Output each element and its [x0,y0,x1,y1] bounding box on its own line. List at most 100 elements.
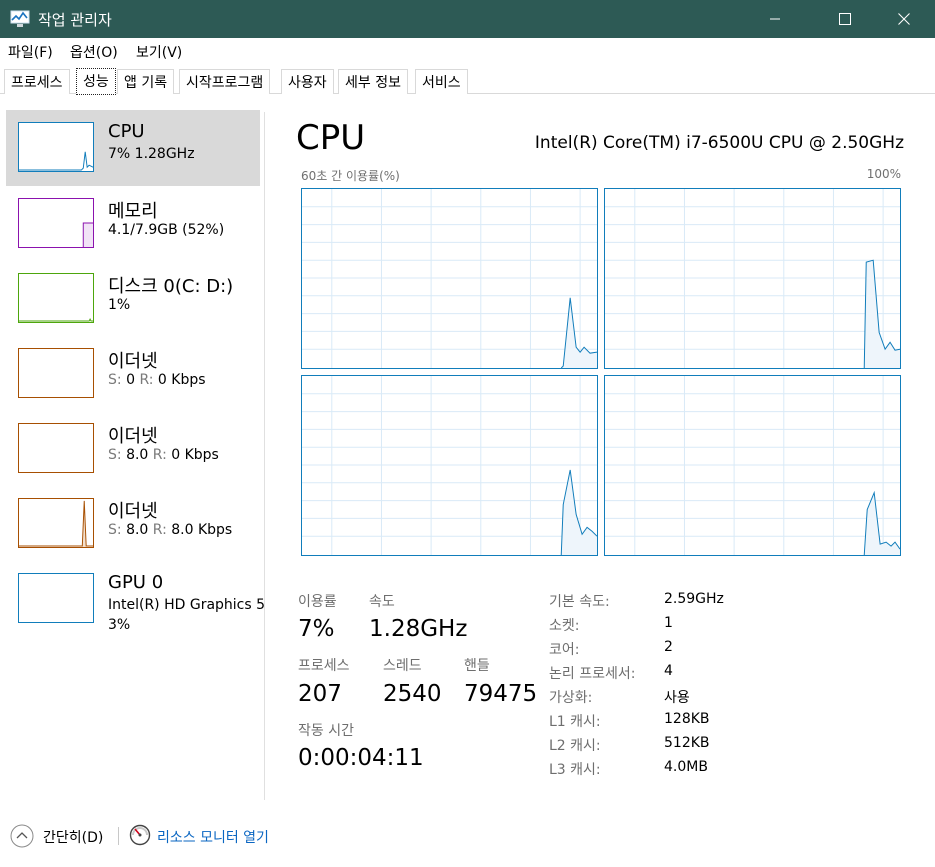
receive-value: 0 Kbps [171,447,219,463]
menu-bar: 파일(F) 옵션(O) 보기(V) [0,38,935,64]
spec-value: 128KB [664,711,710,727]
menu-file[interactable]: 파일(F) [8,42,53,62]
task-manager-icon [10,10,30,27]
sidebar-item-value: S: 8.0 R: 8.0 Kbps [108,522,232,538]
receive-label: R: [152,447,167,463]
footer: 간단히(D) 리소스 모니터 열기 [0,806,935,867]
spec-value: 4 [664,663,673,679]
tab-app-history[interactable]: 앱 기록 [117,69,175,94]
tab-users[interactable]: 사용자 [281,69,334,94]
cpu-graph-0 [301,188,598,369]
cpu-graph-2 [301,375,598,556]
footer-divider [118,827,119,845]
sidebar-item-value: 1% [108,297,131,313]
disk-mini-graph [18,273,94,323]
cpu-graph-3 [604,375,901,556]
send-label: S: [108,447,122,463]
speed-label: 속도 [369,594,395,610]
sidebar-item-disk[interactable]: 디스크 0(C: D:) 1% [6,261,260,337]
send-value: 8.0 [126,447,149,463]
sidebar-item-value: Intel(R) HD Graphics 52 [108,597,264,613]
sidebar-item-value: 7% 1.28GHz [108,146,195,162]
resource-monitor-icon [129,824,151,846]
uptime-label: 작동 시간 [298,723,354,739]
close-icon [898,13,910,25]
threads-value: 2540 [383,681,442,707]
receive-value: 8.0 Kbps [171,522,233,538]
spec-value: 2 [664,639,673,655]
utilization-value: 7% [298,616,335,642]
sidebar-item-memory[interactable]: 메모리 4.1/7.9GB (52%) [6,186,260,262]
spec-value: 512KB [664,735,710,751]
uptime-value: 0:00:04:11 [298,745,424,771]
sidebar-item-label: 이더넷 [108,426,158,447]
open-resource-monitor-link[interactable]: 리소스 모니터 열기 [157,827,269,847]
handles-label: 핸들 [464,658,490,674]
spec-label: L1 캐시: [549,714,601,730]
sidebar-item-cpu[interactable]: CPU 7% 1.28GHz [6,110,260,186]
gpu-mini-graph [18,573,94,623]
tab-startup[interactable]: 시작프로그램 [179,69,271,94]
send-label: S: [108,522,122,538]
sidebar-item-label: GPU 0 [108,572,164,593]
cpu-model: Intel(R) Core(TM) i7-6500U CPU @ 2.50GHz [534,133,904,153]
tab-processes[interactable]: 프로세스 [4,69,70,94]
sidebar-item-label: 메모리 [108,201,158,222]
spec-value: 2.59GHz [664,591,724,607]
tab-performance[interactable]: 성능 [76,68,116,95]
chevron-up-circle-icon[interactable] [10,824,34,848]
sidebar-item-value: S: 8.0 R: 0 Kbps [108,447,219,463]
minimize-icon [770,18,780,20]
fewer-details-button[interactable]: 간단히(D) [43,827,103,847]
tab-details[interactable]: 세부 정보 [338,69,408,94]
spec-label: 기본 속도: [549,594,610,610]
page-title: CPU [296,118,366,158]
sidebar-item-gpu[interactable]: GPU 0 Intel(R) HD Graphics 52 3% [6,561,264,637]
spec-label: L2 캐시: [549,738,601,754]
speed-value: 1.28GHz [369,616,468,642]
utilization-label: 이용률 [298,594,337,610]
menu-options[interactable]: 옵션(O) [70,42,118,62]
close-button[interactable] [881,0,927,38]
sidebar-item-usage: 3% [108,617,131,633]
send-value: 8.0 [126,522,149,538]
sidebar-item-label: 이더넷 [108,351,158,372]
tab-services[interactable]: 서비스 [415,69,468,94]
sidebar-item-ethernet-3[interactable]: 이더넷 S: 8.0 R: 8.0 Kbps [6,486,260,562]
spec-label: 소켓: [549,618,580,634]
window-title: 작업 관리자 [38,11,112,29]
title-bar[interactable]: 작업 관리자 [0,0,935,38]
spec-label: 가상화: [549,690,593,706]
sidebar-item-ethernet-2[interactable]: 이더넷 S: 8.0 R: 0 Kbps [6,411,260,487]
sidebar-item-label: 이더넷 [108,501,158,522]
ethernet-mini-graph [18,423,94,473]
spec-label: L3 캐시: [549,762,601,778]
sidebar-item-value: S: 0 R: 0 Kbps [108,372,206,388]
receive-value: 0 Kbps [157,372,206,388]
spec-value: 1 [664,615,673,631]
sidebar-item-label: CPU [108,121,145,142]
memory-mini-graph [18,198,94,248]
processes-label: 프로세스 [298,658,350,674]
sidebar-divider [264,112,265,800]
handles-value: 79475 [464,681,538,707]
ethernet-mini-graph [18,498,94,548]
menu-view[interactable]: 보기(V) [136,42,182,62]
sidebar-item-label: 디스크 0(C: D:) [108,276,234,297]
send-label: S: [108,372,122,388]
sidebar-item-value: 4.1/7.9GB (52%) [108,222,225,238]
spec-value: 사용 [664,690,690,706]
processes-value: 207 [298,681,342,707]
maximize-icon [839,13,851,25]
cpu-graph-1 [604,188,901,369]
spec-label: 논리 프로세서: [549,666,636,682]
sidebar-item-ethernet-1[interactable]: 이더넷 S: 0 R: 0 Kbps [6,336,260,412]
maximize-button[interactable] [822,0,868,38]
send-value: 0 [126,372,135,388]
cpu-mini-graph [18,122,94,172]
receive-label: R: [152,522,167,538]
threads-label: 스레드 [383,658,422,674]
graph-caption: 60초 간 이용률(%) [301,169,400,183]
minimize-button[interactable] [752,0,798,38]
spec-value: 4.0MB [664,759,708,775]
